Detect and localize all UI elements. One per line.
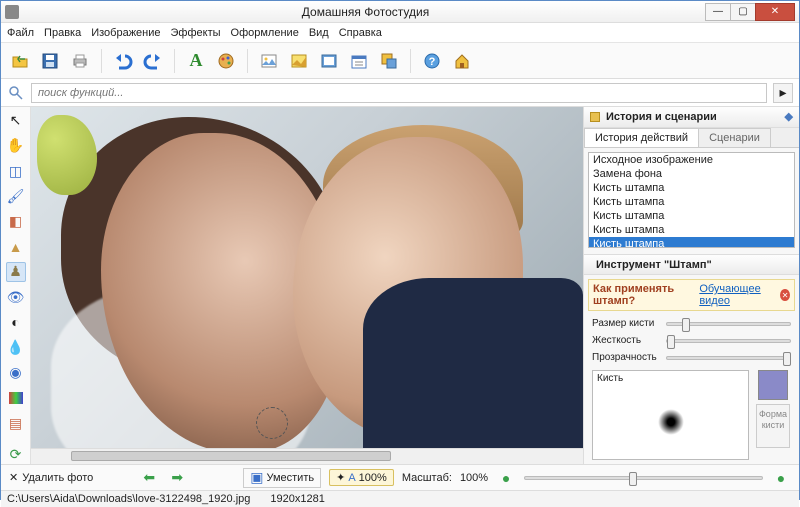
history-item[interactable]: Кисть штампа [589,195,794,209]
tab-history[interactable]: История действий [584,128,699,148]
stamp-tool[interactable]: ♟ [6,262,26,281]
close-button[interactable]: ✕ [755,3,795,21]
hard-slider[interactable] [666,339,791,343]
help-button[interactable]: ? [419,48,445,74]
tool-palette: ↖ ✋ ◫ 🖌 ◧ ▲ ♟ 👁 ◐ 💧 ◉ ▤ ⟳ [1,107,31,464]
tab-scenarios[interactable]: Сценарии [698,128,771,148]
zoom-in-button[interactable]: ● [771,468,791,488]
zoom-slider[interactable] [524,476,763,480]
canvas[interactable] [31,107,583,448]
maximize-button[interactable]: ▢ [730,3,756,21]
delete-photo-button[interactable]: ✕Удалить фото [9,471,93,484]
status-dims: 1920x1281 [270,493,324,505]
collage-button[interactable] [376,48,402,74]
history-item[interactable]: Кисть штампа [589,237,794,248]
print-button[interactable] [67,48,93,74]
rgb-tool[interactable] [6,388,26,407]
layers-tool[interactable]: ▤ [6,414,26,433]
minimize-button[interactable]: — [705,3,731,21]
instrument-title: Инструмент "Штамп" [596,259,712,271]
history-list[interactable]: Исходное изображение Замена фона Кисть ш… [588,152,795,248]
blur-tool[interactable]: 💧 [6,338,26,357]
delete-icon: ✕ [9,471,18,484]
window-title: Домашняя Фотостудия [25,5,706,19]
text-tool-button[interactable]: A [183,48,209,74]
opacity-slider[interactable] [666,356,791,360]
eye-tool[interactable]: 👁 [6,288,26,307]
paint-tool[interactable]: ▲ [6,237,26,256]
history-item[interactable]: Кисть штампа [589,223,794,237]
redo-button[interactable] [140,48,166,74]
menu-effects[interactable]: Эффекты [171,27,221,39]
stamp-cursor [256,407,288,439]
search-icon [7,84,25,102]
menubar: Файл Правка Изображение Эффекты Оформлен… [1,23,799,43]
pointer-tool[interactable]: ↖ [6,111,26,130]
undo-button[interactable] [110,48,136,74]
history-icon [590,112,600,122]
photo-image [31,107,583,448]
sharpen-tool[interactable]: ◉ [6,363,26,382]
menu-edit[interactable]: Правка [44,27,81,39]
refresh-tool[interactable]: ⟳ [6,445,26,464]
scale-label: Масштаб: [402,472,452,484]
palette-button[interactable] [213,48,239,74]
brush-shape-button[interactable]: Форма кисти [756,404,790,448]
main-toolbar: A ? [1,43,799,79]
fit-button[interactable]: ▣ Уместить [243,468,321,488]
status-path: C:\Users\Aida\Downloads\love-3122498_192… [7,493,250,505]
opacity-label: Прозрачность [592,352,660,363]
hint-question: Как применять штамп? [593,283,695,307]
wand-icon: ✦ [336,471,345,484]
save-button[interactable] [37,48,63,74]
svg-text:?: ? [429,56,436,68]
size-slider[interactable] [666,322,791,326]
history-item[interactable]: Исходное изображение [589,153,794,167]
hint-close-icon[interactable]: ✕ [780,289,790,301]
search-go-button[interactable]: ▸ [773,83,793,103]
history-item[interactable]: Кисть штампа [589,209,794,223]
app-icon [5,5,19,19]
history-item[interactable]: Кисть штампа [589,181,794,195]
image2-button[interactable] [286,48,312,74]
scale-value: 100% [460,472,488,484]
brush-label: Кисть [597,373,623,384]
crop-tool[interactable]: ◫ [6,161,26,180]
brush-preview: Кисть [592,370,749,460]
history-panel-title: История и сценарии [606,111,717,123]
zoom-badge[interactable]: ✦A100% [329,469,394,486]
frame-button[interactable] [316,48,342,74]
menu-view[interactable]: Вид [309,27,329,39]
menu-help[interactable]: Справка [339,27,382,39]
next-button[interactable]: ➡ [167,468,187,488]
color-swatch[interactable] [758,370,788,400]
brush-tool[interactable]: 🖌 [6,187,26,206]
open-button[interactable] [7,48,33,74]
hand-tool[interactable]: ✋ [6,136,26,155]
home-button[interactable] [449,48,475,74]
menu-image[interactable]: Изображение [91,27,160,39]
menu-file[interactable]: Файл [7,27,34,39]
calendar-button[interactable] [346,48,372,74]
menu-decor[interactable]: Оформление [231,27,299,39]
eraser-tool[interactable]: ◧ [6,212,26,231]
hard-label: Жесткость [592,335,660,346]
hint-bar: Как применять штамп? Обучающее видео ✕ [588,279,795,311]
contrast-tool[interactable]: ◐ [6,313,26,332]
hint-link[interactable]: Обучающее видео [699,283,776,307]
h-scrollbar[interactable] [31,448,583,464]
history-item[interactable]: Замена фона [589,167,794,181]
search-input[interactable] [31,83,767,103]
prev-button[interactable]: ⬅ [139,468,159,488]
zoom-out-button[interactable]: ● [496,468,516,488]
image1-button[interactable] [256,48,282,74]
collapse-icon[interactable]: ◆ [785,110,793,123]
size-label: Размер кисти [592,318,660,329]
